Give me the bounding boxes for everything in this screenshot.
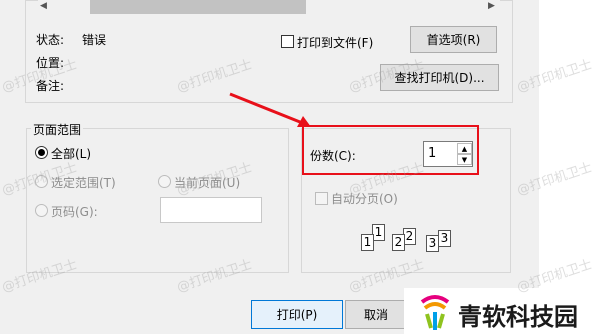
copies-input[interactable]: 1 ▲ ▼ <box>423 141 473 167</box>
copies-label: 份数(C): <box>310 149 356 163</box>
scroll-left-icon[interactable]: ◀ <box>40 1 47 11</box>
horizontal-scrollbar[interactable]: ◀ ▶ <box>38 0 500 14</box>
logo-icon <box>420 295 450 330</box>
preferences-button[interactable]: 首选项(R) <box>410 26 497 53</box>
cancel-button[interactable]: 取消 <box>345 300 407 329</box>
print-to-file-label[interactable]: 打印到文件(F) <box>297 34 373 51</box>
current-page-radio[interactable] <box>158 175 171 188</box>
print-button[interactable]: 打印(P) <box>251 300 343 329</box>
collate-page: 3 <box>426 235 439 252</box>
pages-label[interactable]: 页码(G): <box>51 203 98 220</box>
logo-text: 青软科技园 <box>458 303 578 331</box>
collate-page: 1 <box>361 234 374 251</box>
spin-down-icon[interactable]: ▼ <box>457 154 472 165</box>
status-label: 状态: <box>36 33 65 47</box>
status-value: 错误 <box>82 33 107 47</box>
collate-checkbox[interactable] <box>315 192 328 205</box>
scroll-right-icon[interactable]: ▶ <box>488 1 495 11</box>
scrollbar-thumb[interactable] <box>90 0 306 14</box>
collate-page: 3 <box>438 230 451 247</box>
logo-overlay: 青软科技园 <box>404 288 600 334</box>
annotation-arrow-icon <box>229 92 311 127</box>
spin-up-icon[interactable]: ▲ <box>457 143 472 154</box>
collate-page: 2 <box>392 234 405 251</box>
print-to-file-checkbox[interactable] <box>281 35 294 48</box>
all-pages-radio[interactable] <box>35 146 48 159</box>
pages-radio[interactable] <box>35 204 48 217</box>
copies-value[interactable]: 1 <box>428 146 436 161</box>
page-range-title: 页面范围 <box>31 121 84 138</box>
pages-input[interactable] <box>160 197 262 223</box>
